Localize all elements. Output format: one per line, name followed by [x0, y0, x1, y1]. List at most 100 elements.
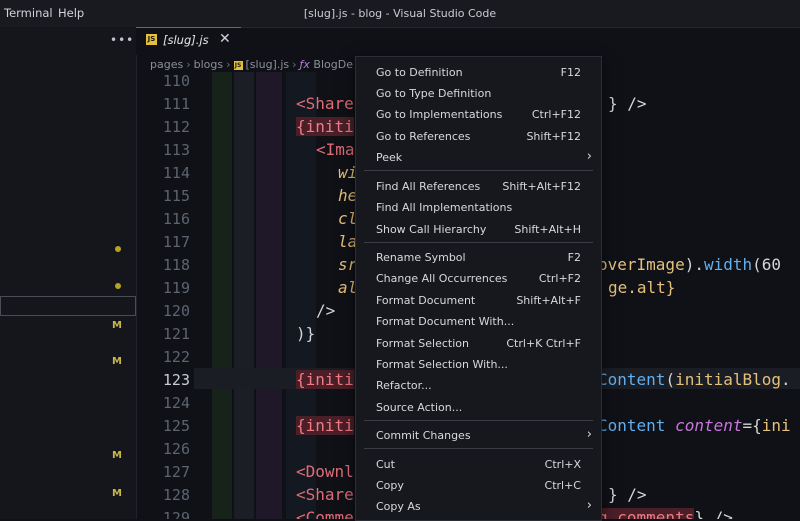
menu-item-find-all-references[interactable]: Find All References Shift+Alt+F12 — [356, 177, 601, 197]
line-number: 129 — [162, 509, 190, 519]
modified-badge: M — [112, 450, 122, 461]
line-number: 126 — [162, 440, 190, 458]
menu-item-go-to-implementations[interactable]: Go to Implementations Ctrl+F12 — [356, 105, 601, 125]
menu-item-label: Format Selection — [376, 337, 469, 350]
line-number: 124 — [162, 394, 190, 412]
code-token: (60 — [752, 255, 782, 274]
menu-item-shortcut: F2 — [567, 251, 581, 264]
menu-item-shortcut: Ctrl+F12 — [531, 108, 581, 121]
menu-item-label: Go to Implementations — [376, 108, 503, 121]
menu-item-format-document[interactable]: Format Document Shift+Alt+F — [356, 291, 601, 311]
js-file-icon: JS — [146, 34, 157, 45]
line-number: 123 — [162, 371, 190, 389]
menu-item-shortcut: Ctrl+C — [544, 479, 581, 492]
code-token: ini — [761, 416, 791, 435]
menu-item-label: Find All Implementations — [376, 201, 513, 214]
breadcrumb-pages[interactable]: pages — [150, 58, 183, 71]
line-number: 115 — [162, 187, 190, 205]
menu-item-label: Change All Occurrences — [376, 272, 508, 285]
tab-label[interactable]: [slug].js — [163, 33, 209, 47]
code-line-125: {initi — [296, 416, 354, 435]
modified-badge: M — [112, 320, 122, 331]
menu-item-refactor[interactable]: Refactor... — [356, 376, 601, 396]
line-number: 119 — [162, 279, 190, 297]
menu-item-label: Go to Definition — [376, 66, 463, 79]
window-title: [slug].js - blog - Visual Studio Code — [303, 7, 497, 20]
menu-item-label: Show Call Hierarchy — [376, 223, 487, 236]
menu-item-commit-changes[interactable]: Commit Changes › — [356, 426, 601, 446]
chevron-right-icon: › — [586, 149, 592, 164]
menu-item-shortcut: Shift+F12 — [526, 130, 581, 143]
code-token: initialBlog — [675, 370, 782, 389]
breadcrumb-symbol[interactable]: BlogDe — [313, 58, 353, 71]
menu-item-go-to-type-definition[interactable]: Go to Type Definition — [356, 84, 601, 104]
menu-item-go-to-definition[interactable]: Go to Definition F12 — [356, 63, 601, 83]
line-number: 114 — [162, 164, 190, 182]
menu-separator — [364, 420, 593, 421]
menu-item-label: Source Action... — [376, 401, 463, 414]
menu-item-copy[interactable]: Copy Ctrl+C — [356, 476, 601, 496]
menu-item-show-call-hierarchy[interactable]: Show Call Hierarchy Shift+Alt+H — [356, 220, 601, 240]
code-line-128-end: } /> — [608, 485, 647, 504]
code-token: <Downl — [296, 462, 354, 481]
code-token: ). — [684, 255, 704, 274]
code-token: Content — [598, 370, 666, 389]
menu-item-label: Format Document With... — [376, 315, 515, 328]
chevron-right-icon: › — [226, 58, 231, 71]
close-icon[interactable]: ✕ — [219, 31, 231, 47]
menu-item-shortcut: Ctrl+X — [544, 458, 581, 471]
menu-item-format-document-with[interactable]: Format Document With... — [356, 312, 601, 332]
indent-guide — [286, 72, 316, 519]
code-token: content — [675, 416, 743, 435]
code-line-125-end: Content content={ini — [598, 416, 791, 435]
menu-item-label: Refactor... — [376, 379, 432, 392]
menu-item-change-all-occurrences[interactable]: Change All Occurrences Ctrl+F2 — [356, 269, 601, 289]
menu-item-rename-symbol[interactable]: Rename Symbol F2 — [356, 248, 601, 268]
modified-dot-icon — [115, 246, 121, 252]
line-number: 116 — [162, 210, 190, 228]
menu-item-shortcut: Shift+Alt+F — [516, 294, 581, 307]
editor-context-menu: Go to Definition F12 Go to Type Definition… — [355, 56, 602, 521]
menu-item-peek[interactable]: Peek › — [356, 148, 601, 168]
menu-item-label: Find All References — [376, 180, 481, 193]
line-number: 117 — [162, 233, 190, 251]
function-icon: ƒx — [299, 58, 310, 71]
menu-item-source-action[interactable]: Source Action... — [356, 398, 601, 418]
menu-item-label: Format Document — [376, 294, 476, 307]
line-number: 112 — [162, 118, 190, 136]
line-number: 127 — [162, 463, 190, 481]
more-actions-button[interactable]: ••• — [110, 33, 134, 47]
explorer-sidebar — [0, 27, 137, 519]
code-token: ={ — [742, 416, 762, 435]
code-line-119-end: ge.alt} — [608, 278, 675, 297]
line-number: 113 — [162, 141, 190, 159]
menu-item-format-selection[interactable]: Format Selection Ctrl+K Ctrl+F — [356, 334, 601, 354]
code-token: /> — [316, 301, 336, 320]
code-token: } /> — [608, 485, 647, 504]
menu-item-label: Peek — [376, 151, 403, 164]
menu-item-shortcut: F12 — [560, 66, 581, 79]
line-number: 122 — [162, 348, 190, 366]
chevron-right-icon: › — [586, 498, 592, 513]
menu-item-go-to-references[interactable]: Go to References Shift+F12 — [356, 127, 601, 147]
code-token: . — [781, 370, 791, 389]
breadcrumb-file[interactable]: [slug].js — [246, 58, 290, 71]
explorer-rename-input[interactable] — [0, 296, 136, 316]
breadcrumb-blogs[interactable]: blogs — [194, 58, 223, 71]
code-line-127: <Downl — [296, 462, 354, 481]
code-line-129-end: g comments} /> — [598, 508, 733, 519]
code-token: <Share — [296, 94, 354, 113]
code-token: Content — [598, 416, 666, 435]
modified-badge: M — [112, 488, 122, 499]
menu-item-copy-as[interactable]: Copy As › — [356, 497, 601, 517]
code-line-111-end: } /> — [608, 94, 647, 113]
code-line-118-end: overImage).width(60 — [598, 255, 781, 274]
menu-separator — [364, 242, 593, 243]
code-token: {initi — [296, 117, 354, 136]
menu-item-find-all-implementations[interactable]: Find All Implementations — [356, 198, 601, 218]
menu-item-shortcut: Ctrl+K Ctrl+F — [506, 337, 581, 350]
code-token: <Share — [296, 485, 354, 504]
menu-item-format-selection-with[interactable]: Format Selection With... — [356, 355, 601, 375]
js-file-icon: JS — [233, 60, 243, 70]
menu-item-cut[interactable]: Cut Ctrl+X — [356, 455, 601, 475]
